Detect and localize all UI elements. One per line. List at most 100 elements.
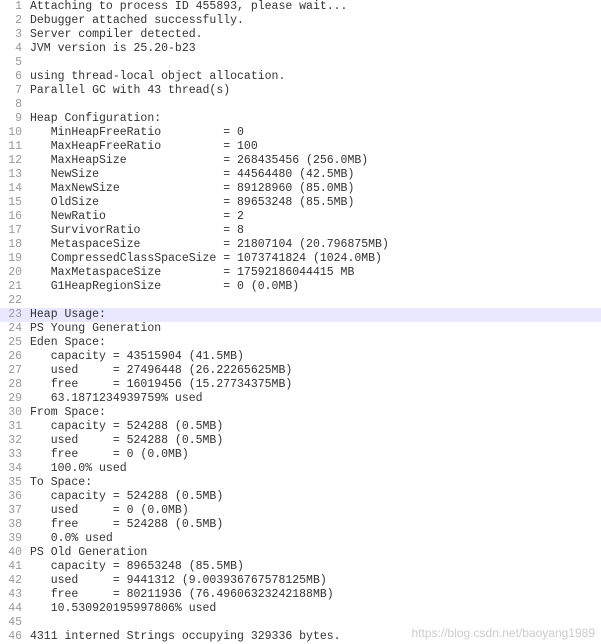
line-content: used = 27496448 (26.22265625MB) (30, 364, 292, 378)
line-content: 0.0% used (30, 532, 113, 546)
code-line: 38 free = 524288 (0.5MB) (0, 518, 601, 532)
code-line: 42 used = 9441312 (9.003936767578125MB) (0, 574, 601, 588)
line-content: Parallel GC with 43 thread(s) (30, 84, 230, 98)
line-content: Server compiler detected. (30, 28, 203, 42)
line-number: 25 (0, 336, 30, 350)
line-content: 63.1871234939759% used (30, 392, 203, 406)
line-number: 17 (0, 224, 30, 238)
code-line: 22 (0, 294, 601, 308)
line-number: 34 (0, 462, 30, 476)
line-number: 9 (0, 112, 30, 126)
line-number: 30 (0, 406, 30, 420)
line-number: 40 (0, 546, 30, 560)
line-number: 33 (0, 448, 30, 462)
line-number: 8 (0, 98, 30, 112)
code-line: 6using thread-local object allocation. (0, 70, 601, 84)
code-line: 4JVM version is 25.20-b23 (0, 42, 601, 56)
line-number: 4 (0, 42, 30, 56)
code-line: 20 MaxMetaspaceSize = 17592186044415 MB (0, 266, 601, 280)
line-content: Debugger attached successfully. (30, 14, 244, 28)
line-number: 16 (0, 210, 30, 224)
line-number: 24 (0, 322, 30, 336)
code-line: 24PS Young Generation (0, 322, 601, 336)
line-number: 22 (0, 294, 30, 308)
code-line: 37 used = 0 (0.0MB) (0, 504, 601, 518)
line-content: capacity = 524288 (0.5MB) (30, 420, 223, 434)
line-number: 45 (0, 616, 30, 630)
line-content: G1HeapRegionSize = 0 (0.0MB) (30, 280, 299, 294)
code-line: 8 (0, 98, 601, 112)
line-number: 32 (0, 434, 30, 448)
line-number: 6 (0, 70, 30, 84)
code-line: 30From Space: (0, 406, 601, 420)
code-line: 17 SurvivorRatio = 8 (0, 224, 601, 238)
line-number: 31 (0, 420, 30, 434)
line-content: CompressedClassSpaceSize = 1073741824 (1… (30, 252, 382, 266)
line-content: From Space: (30, 406, 106, 420)
code-editor: 1Attaching to process ID 455893, please … (0, 0, 601, 644)
line-content: capacity = 524288 (0.5MB) (30, 490, 223, 504)
line-content: MaxNewSize = 89128960 (85.0MB) (30, 182, 354, 196)
code-line: 21 G1HeapRegionSize = 0 (0.0MB) (0, 280, 601, 294)
code-line: 39 0.0% used (0, 532, 601, 546)
line-content: capacity = 43515904 (41.5MB) (30, 350, 244, 364)
line-number: 36 (0, 490, 30, 504)
code-line: 32 used = 524288 (0.5MB) (0, 434, 601, 448)
code-line: 464311 interned Strings occupying 329336… (0, 630, 601, 644)
code-line: 25Eden Space: (0, 336, 601, 350)
line-content: NewSize = 44564480 (42.5MB) (30, 168, 354, 182)
line-number: 12 (0, 154, 30, 168)
line-content: 100.0% used (30, 462, 127, 476)
line-content: Attaching to process ID 455893, please w… (30, 0, 347, 14)
line-content: 4311 interned Strings occupying 329336 b… (30, 630, 341, 644)
line-number: 18 (0, 238, 30, 252)
line-number: 26 (0, 350, 30, 364)
code-line: 13 NewSize = 44564480 (42.5MB) (0, 168, 601, 182)
line-content: used = 9441312 (9.003936767578125MB) (30, 574, 327, 588)
code-line: 33 free = 0 (0.0MB) (0, 448, 601, 462)
code-line: 45 (0, 616, 601, 630)
code-line: 18 MetaspaceSize = 21807104 (20.796875MB… (0, 238, 601, 252)
code-line: 1Attaching to process ID 455893, please … (0, 0, 601, 14)
line-content: free = 0 (0.0MB) (30, 448, 189, 462)
line-content: used = 0 (0.0MB) (30, 504, 189, 518)
code-line: 27 used = 27496448 (26.22265625MB) (0, 364, 601, 378)
line-content: using thread-local object allocation. (30, 70, 285, 84)
line-number: 13 (0, 168, 30, 182)
code-line: 26 capacity = 43515904 (41.5MB) (0, 350, 601, 364)
line-number: 44 (0, 602, 30, 616)
code-line: 16 NewRatio = 2 (0, 210, 601, 224)
line-content: To Space: (30, 476, 92, 490)
line-number: 11 (0, 140, 30, 154)
code-line: 11 MaxHeapFreeRatio = 100 (0, 140, 601, 154)
code-line: 34 100.0% used (0, 462, 601, 476)
code-line: 44 10.530920195997806% used (0, 602, 601, 616)
line-number: 19 (0, 252, 30, 266)
line-number: 38 (0, 518, 30, 532)
line-number: 41 (0, 560, 30, 574)
line-number: 43 (0, 588, 30, 602)
code-line: 15 OldSize = 89653248 (85.5MB) (0, 196, 601, 210)
line-number: 2 (0, 14, 30, 28)
code-line: 7Parallel GC with 43 thread(s) (0, 84, 601, 98)
line-number: 1 (0, 0, 30, 14)
line-number: 39 (0, 532, 30, 546)
line-content: Heap Configuration: (30, 112, 161, 126)
line-content: 10.530920195997806% used (30, 602, 216, 616)
line-number: 28 (0, 378, 30, 392)
code-line: 3Server compiler detected. (0, 28, 601, 42)
code-line: 31 capacity = 524288 (0.5MB) (0, 420, 601, 434)
line-number: 3 (0, 28, 30, 42)
line-content: PS Young Generation (30, 322, 161, 336)
code-line: 40PS Old Generation (0, 546, 601, 560)
code-line: 14 MaxNewSize = 89128960 (85.0MB) (0, 182, 601, 196)
line-content: PS Old Generation (30, 546, 147, 560)
line-number: 23 (0, 308, 30, 322)
code-line: 2Debugger attached successfully. (0, 14, 601, 28)
line-content: MaxHeapFreeRatio = 100 (30, 140, 258, 154)
line-number: 21 (0, 280, 30, 294)
code-line: 43 free = 80211936 (76.49606323242188MB) (0, 588, 601, 602)
code-line: 36 capacity = 524288 (0.5MB) (0, 490, 601, 504)
line-number: 5 (0, 56, 30, 70)
line-content: free = 16019456 (15.27734375MB) (30, 378, 292, 392)
